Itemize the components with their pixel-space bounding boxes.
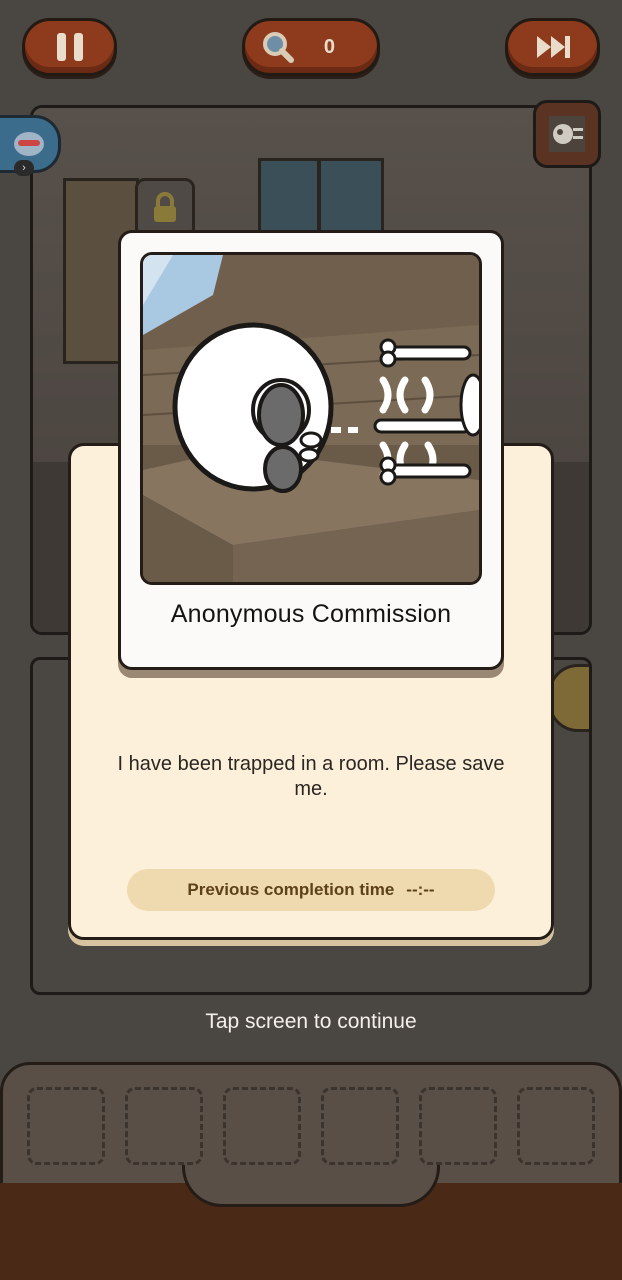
tray-notch [182, 1165, 440, 1207]
inventory-slot[interactable] [321, 1087, 399, 1165]
commission-description: I have been trapped in a room. Please sa… [117, 753, 505, 800]
pause-button[interactable] [22, 18, 117, 76]
commission-title: Anonymous Commission [170, 600, 452, 628]
hint-button[interactable]: 0 [242, 18, 380, 76]
completion-time-value: --:-- [406, 880, 435, 899]
inventory-slot[interactable] [27, 1087, 105, 1165]
skull-thumbnail-icon [549, 116, 585, 152]
fast-forward-icon [536, 36, 570, 58]
chevron-right-icon[interactable]: › [14, 160, 34, 176]
pause-icon [56, 33, 83, 61]
completion-time-pill: Previous completion time --:-- [127, 869, 495, 911]
inventory-slot[interactable] [419, 1087, 497, 1165]
character-face-icon [14, 132, 44, 156]
magnifier-icon [263, 32, 294, 63]
tap-to-continue-hint[interactable]: Tap screen to continue [0, 1010, 622, 1034]
inventory-slot[interactable] [223, 1087, 301, 1165]
skeleton-illustration [143, 255, 479, 582]
commission-photo [140, 252, 482, 585]
inventory-slot[interactable] [125, 1087, 203, 1165]
scene-thumbnail-button[interactable] [533, 100, 601, 168]
lock-icon [135, 178, 195, 238]
inventory-slot[interactable] [517, 1087, 595, 1165]
skip-button[interactable] [505, 18, 600, 76]
hint-count: 0 [323, 35, 335, 58]
completion-time-label: Previous completion time [187, 880, 395, 899]
